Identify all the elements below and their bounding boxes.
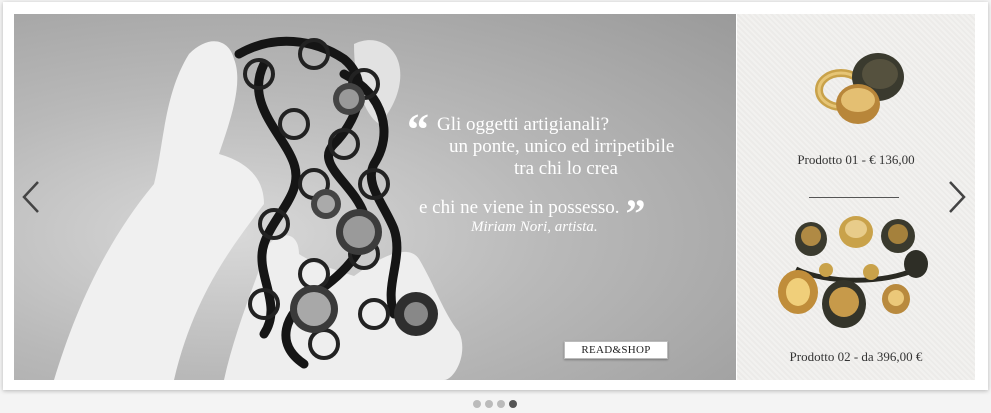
quote-line: un ponte, unico ed irripetibile xyxy=(449,136,675,157)
product-01-caption[interactable]: Prodotto 01 - € 136,00 xyxy=(737,152,975,168)
chevron-left-icon[interactable] xyxy=(20,179,42,215)
quote-line: Gli oggetti artigianali? xyxy=(437,114,610,135)
slider-pager xyxy=(473,400,517,408)
chevron-right-icon[interactable] xyxy=(946,179,968,215)
product-divider xyxy=(809,197,899,198)
product-card-02[interactable]: Prodotto 02 - da 396,00 € xyxy=(737,214,975,365)
product-02-image[interactable] xyxy=(776,214,936,339)
quote-line-last: e chi ne viene in possesso.” xyxy=(409,180,729,234)
pager-dot-3[interactable] xyxy=(497,400,505,408)
product-02-caption[interactable]: Prodotto 02 - da 396,00 € xyxy=(737,349,975,365)
pager-dot-1[interactable] xyxy=(473,400,481,408)
pager-dot-4[interactable] xyxy=(509,400,517,408)
pager-dot-2[interactable] xyxy=(485,400,493,408)
quote-author: Miriam Nori, artista. xyxy=(471,219,598,235)
product-sidebar: Prodotto 01 - € 136,00 Prodotto 02 - da … xyxy=(737,14,975,380)
hero-slide: “ Gli oggetti artigianali? un ponte, uni… xyxy=(14,14,736,380)
quote-open-mark: “ xyxy=(407,105,429,154)
read-and-shop-button[interactable]: READ&SHOP xyxy=(564,341,668,359)
quote-close-mark: ” xyxy=(625,191,646,236)
product-card-01[interactable]: Prodotto 01 - € 136,00 xyxy=(737,42,975,168)
quote-line: tra chi lo crea xyxy=(514,158,618,179)
quote-line: e chi ne viene in possesso. xyxy=(419,197,620,218)
quote-block: “ Gli oggetti artigianali? un ponte, uni… xyxy=(407,108,729,234)
product-01-image[interactable] xyxy=(796,42,916,142)
